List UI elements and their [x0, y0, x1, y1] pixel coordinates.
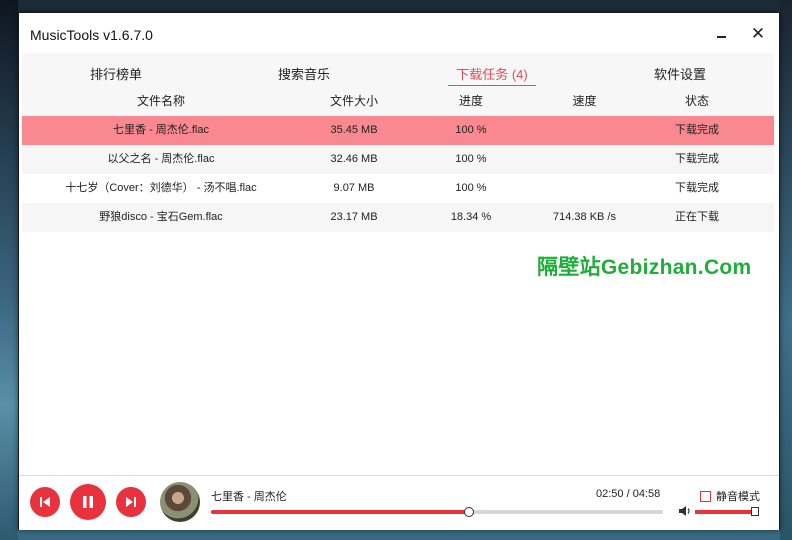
row-status: 下载完成: [675, 124, 719, 136]
table-row[interactable]: 野狼disco - 宝石Gem.flac 23.17 MB 18.34 % 71…: [22, 203, 774, 232]
row-file-size: 35.45 MB: [330, 124, 378, 136]
volume-fill: [695, 510, 756, 514]
playback-progress-handle[interactable]: [463, 507, 474, 517]
close-button[interactable]: ✕: [746, 23, 770, 45]
table-row[interactable]: 十七岁（Cover：刘德华） - 汤不唱.flac 9.07 MB 100 % …: [22, 174, 774, 203]
watermark-text: 隔壁站Gebizhan.Com: [537, 256, 752, 279]
header-progress[interactable]: 进度: [408, 86, 534, 116]
main-tabs: 排行榜单 搜索音乐 下载任务 (4) 软件设置: [22, 53, 774, 87]
row-progress: 100 %: [455, 153, 487, 165]
header-file-size[interactable]: 文件大小: [300, 86, 408, 116]
row-file-name: 七里香 - 周杰伦.flac: [113, 124, 209, 136]
row-speed: [534, 174, 635, 203]
minimize-icon: [716, 36, 726, 38]
row-progress: 100 %: [455, 124, 487, 136]
row-speed: 714.38 KB /s: [553, 211, 616, 223]
previous-track-button[interactable]: [30, 487, 60, 517]
skip-previous-icon: [40, 497, 50, 507]
row-status: 正在下载: [675, 211, 719, 223]
row-file-size: 32.46 MB: [330, 153, 378, 165]
tab-settings[interactable]: 软件设置: [586, 53, 774, 86]
row-progress: 18.34 %: [450, 211, 492, 223]
playback-progress-fill: [211, 510, 469, 514]
header-file-name[interactable]: 文件名称: [22, 86, 300, 116]
minimize-button[interactable]: [709, 23, 733, 45]
header-speed[interactable]: 速度: [534, 86, 635, 116]
table-row[interactable]: 以父之名 - 周杰伦.flac 32.46 MB 100 % 下载完成: [22, 145, 774, 174]
desktop-backdrop-right: [780, 0, 792, 540]
row-progress: 100 %: [455, 182, 487, 194]
mute-label: 静音模式: [716, 491, 760, 503]
volume-handle[interactable]: [751, 507, 760, 516]
row-file-size: 23.17 MB: [330, 211, 378, 223]
header-status[interactable]: 状态: [635, 86, 759, 116]
now-playing-title: 七里香 - 周杰伦: [211, 491, 287, 503]
mute-checkbox[interactable]: [700, 490, 711, 502]
speaker-icon[interactable]: [678, 504, 692, 518]
app-window: MusicTools v1.6.7.0 ✕ 排行榜单 搜索音乐 下载任务 (4)…: [18, 12, 780, 530]
row-file-name: 十七岁（Cover：刘德华） - 汤不唱.flac: [65, 182, 257, 194]
volume-slider[interactable]: [695, 507, 760, 516]
player-bar: 七里香 - 周杰伦 02:50 / 04:58 静音模式: [19, 475, 779, 530]
pause-button[interactable]: [70, 484, 106, 520]
row-status: 下载完成: [675, 153, 719, 165]
mute-mode-toggle[interactable]: 静音模式: [700, 488, 760, 504]
row-speed: [534, 116, 635, 145]
album-cover[interactable]: [160, 482, 200, 522]
download-table-body: 七里香 - 周杰伦.flac 35.45 MB 100 % 下载完成 以父之名 …: [22, 116, 774, 232]
tab-charts[interactable]: 排行榜单: [22, 53, 210, 86]
download-table-header: 文件名称 文件大小 进度 速度 状态: [22, 86, 774, 116]
row-status: 下载完成: [675, 182, 719, 194]
skip-next-icon: [126, 497, 136, 507]
desktop-backdrop-left: [0, 0, 18, 540]
row-speed: [534, 145, 635, 174]
table-row[interactable]: 七里香 - 周杰伦.flac 35.45 MB 100 % 下载完成: [22, 116, 774, 145]
next-track-button[interactable]: [116, 487, 146, 517]
playback-progress-slider[interactable]: [211, 507, 663, 517]
row-file-name: 野狼disco - 宝石Gem.flac: [99, 211, 223, 223]
title-bar: MusicTools v1.6.7.0 ✕: [19, 13, 779, 53]
row-file-size: 9.07 MB: [333, 182, 375, 194]
pause-icon: [83, 496, 93, 508]
tab-download-tasks[interactable]: 下载任务 (4): [398, 53, 586, 87]
playback-time: 02:50 / 04:58: [596, 488, 661, 500]
row-file-name: 以父之名 - 周杰伦.flac: [107, 153, 215, 165]
app-title: MusicTools v1.6.7.0: [30, 27, 153, 43]
tab-search-music[interactable]: 搜索音乐: [210, 53, 398, 86]
